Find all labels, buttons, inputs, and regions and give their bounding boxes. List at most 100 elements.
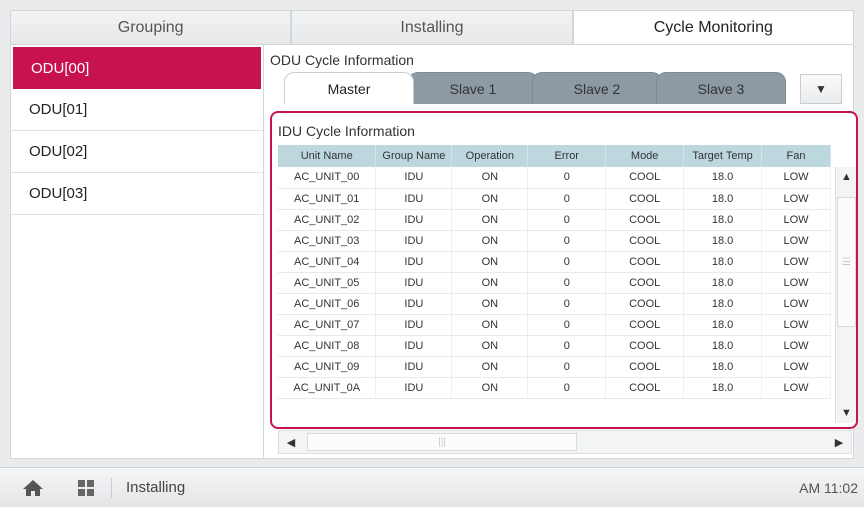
cell-group-name: IDU: [375, 167, 453, 189]
cell-mode: COOL: [605, 335, 685, 357]
sidebar-item-odu-01[interactable]: ODU[01]: [11, 89, 263, 131]
table-row[interactable]: AC_UNIT_09 IDU ON 0 COOL 18.0 LOW: [278, 356, 831, 378]
table-row[interactable]: AC_UNIT_07 IDU ON 0 COOL 18.0 LOW: [278, 314, 831, 336]
scroll-right-icon[interactable]: ▶: [827, 431, 851, 453]
cell-unit-name: AC_UNIT_04: [278, 251, 377, 273]
vertical-scroll-thumb[interactable]: ☰: [837, 197, 856, 327]
cell-unit-name: AC_UNIT_01: [278, 188, 377, 210]
cell-error: 0: [527, 230, 607, 252]
cell-unit-name: AC_UNIT_07: [278, 314, 377, 336]
cell-target-temp: 18.0: [683, 167, 763, 189]
cell-target-temp: 18.0: [683, 356, 763, 378]
cell-mode: COOL: [605, 209, 685, 231]
odu-tab-bar: Master Slave 1 Slave 2 Slave 3: [284, 72, 786, 104]
cell-target-temp: 18.0: [683, 335, 763, 357]
cell-fan: LOW: [761, 293, 831, 315]
cell-error: 0: [527, 209, 607, 231]
cell-mode: COOL: [605, 188, 685, 210]
horizontal-scrollbar[interactable]: ◀ ||| ▶: [278, 430, 852, 454]
cell-error: 0: [527, 251, 607, 273]
table-row[interactable]: AC_UNIT_08 IDU ON 0 COOL 18.0 LOW: [278, 335, 831, 357]
table-row[interactable]: AC_UNIT_04 IDU ON 0 COOL 18.0 LOW: [278, 251, 831, 273]
main-panel: ODU[00] ODU[01] ODU[02] ODU[03] ODU Cycl…: [10, 44, 858, 459]
cell-operation: ON: [451, 167, 529, 189]
vertical-scrollbar[interactable]: ▲ ☰ ▼: [835, 167, 856, 423]
cell-group-name: IDU: [375, 251, 453, 273]
cell-unit-name: AC_UNIT_06: [278, 293, 377, 315]
cell-unit-name: AC_UNIT_08: [278, 335, 377, 357]
column-header-target-temp[interactable]: Target Temp: [683, 145, 763, 167]
content-area: ODU Cycle Information Master Slave 1 Sla…: [264, 45, 858, 458]
cell-operation: ON: [451, 272, 529, 294]
tab-slave-2[interactable]: Slave 2: [532, 72, 662, 104]
top-tab-bar: Grouping Installing Cycle Monitoring: [10, 10, 854, 44]
sidebar-item-odu-02[interactable]: ODU[02]: [11, 131, 263, 173]
cell-target-temp: 18.0: [683, 293, 763, 315]
tab-slave-1[interactable]: Slave 1: [408, 72, 538, 104]
cell-operation: ON: [451, 377, 529, 399]
cell-group-name: IDU: [375, 314, 453, 336]
cell-unit-name: AC_UNIT_0A: [278, 377, 377, 399]
cell-unit-name: AC_UNIT_05: [278, 272, 377, 294]
cell-error: 0: [527, 377, 607, 399]
table-header-row: Unit Name Group Name Operation Error Mod…: [278, 145, 831, 167]
table-row[interactable]: AC_UNIT_05 IDU ON 0 COOL 18.0 LOW: [278, 272, 831, 294]
cell-error: 0: [527, 335, 607, 357]
cell-mode: COOL: [605, 356, 685, 378]
cell-target-temp: 18.0: [683, 314, 763, 336]
horizontal-scroll-thumb[interactable]: |||: [307, 433, 577, 451]
cell-fan: LOW: [761, 167, 831, 189]
cell-fan: LOW: [761, 377, 831, 399]
odu-tab-dropdown-button[interactable]: ▼: [800, 74, 842, 104]
table-row[interactable]: AC_UNIT_03 IDU ON 0 COOL 18.0 LOW: [278, 230, 831, 252]
cell-fan: LOW: [761, 272, 831, 294]
scroll-up-icon[interactable]: ▲: [836, 167, 856, 187]
cell-operation: ON: [451, 230, 529, 252]
cell-operation: ON: [451, 209, 529, 231]
cell-fan: LOW: [761, 314, 831, 336]
tab-installing[interactable]: Installing: [291, 10, 573, 44]
home-icon[interactable]: [22, 479, 44, 497]
column-header-unit-name[interactable]: Unit Name: [278, 145, 377, 167]
sidebar-item-odu-03[interactable]: ODU[03]: [11, 173, 263, 215]
scroll-down-icon[interactable]: ▼: [836, 403, 856, 423]
cell-target-temp: 18.0: [683, 377, 763, 399]
sidebar-item-odu-00[interactable]: ODU[00]: [13, 47, 261, 89]
cell-error: 0: [527, 356, 607, 378]
grid-icon[interactable]: [78, 480, 94, 496]
cell-target-temp: 18.0: [683, 272, 763, 294]
cell-group-name: IDU: [375, 188, 453, 210]
column-header-mode[interactable]: Mode: [605, 145, 685, 167]
tab-slave-3[interactable]: Slave 3: [656, 72, 786, 104]
bottom-bar: Installing AM 11:02: [0, 467, 864, 507]
column-header-error[interactable]: Error: [527, 145, 607, 167]
cell-unit-name: AC_UNIT_03: [278, 230, 377, 252]
table-row[interactable]: AC_UNIT_01 IDU ON 0 COOL 18.0 LOW: [278, 188, 831, 210]
table-row[interactable]: AC_UNIT_0A IDU ON 0 COOL 18.0 LOW: [278, 377, 831, 399]
cell-group-name: IDU: [375, 209, 453, 231]
table-row[interactable]: AC_UNIT_00 IDU ON 0 COOL 18.0 LOW: [278, 167, 831, 189]
cell-mode: COOL: [605, 167, 685, 189]
cell-group-name: IDU: [375, 230, 453, 252]
idu-cycle-panel: IDU Cycle Information Unit Name Group Na…: [270, 111, 858, 429]
tab-grouping[interactable]: Grouping: [10, 10, 292, 44]
column-header-group-name[interactable]: Group Name: [375, 145, 453, 167]
table-row[interactable]: AC_UNIT_06 IDU ON 0 COOL 18.0 LOW: [278, 293, 831, 315]
cell-operation: ON: [451, 356, 529, 378]
cell-target-temp: 18.0: [683, 188, 763, 210]
cell-mode: COOL: [605, 377, 685, 399]
idu-table: Unit Name Group Name Operation Error Mod…: [278, 145, 831, 399]
cell-error: 0: [527, 314, 607, 336]
tab-cycle-monitoring[interactable]: Cycle Monitoring: [572, 10, 854, 44]
odu-sidebar: ODU[00] ODU[01] ODU[02] ODU[03]: [11, 45, 264, 458]
column-header-fan[interactable]: Fan: [761, 145, 831, 167]
column-header-operation[interactable]: Operation: [451, 145, 529, 167]
cell-error: 0: [527, 188, 607, 210]
cell-target-temp: 18.0: [683, 230, 763, 252]
cell-group-name: IDU: [375, 377, 453, 399]
cell-mode: COOL: [605, 293, 685, 315]
table-row[interactable]: AC_UNIT_02 IDU ON 0 COOL 18.0 LOW: [278, 209, 831, 231]
cell-fan: LOW: [761, 188, 831, 210]
scroll-left-icon[interactable]: ◀: [279, 431, 303, 453]
tab-master[interactable]: Master: [284, 72, 414, 104]
